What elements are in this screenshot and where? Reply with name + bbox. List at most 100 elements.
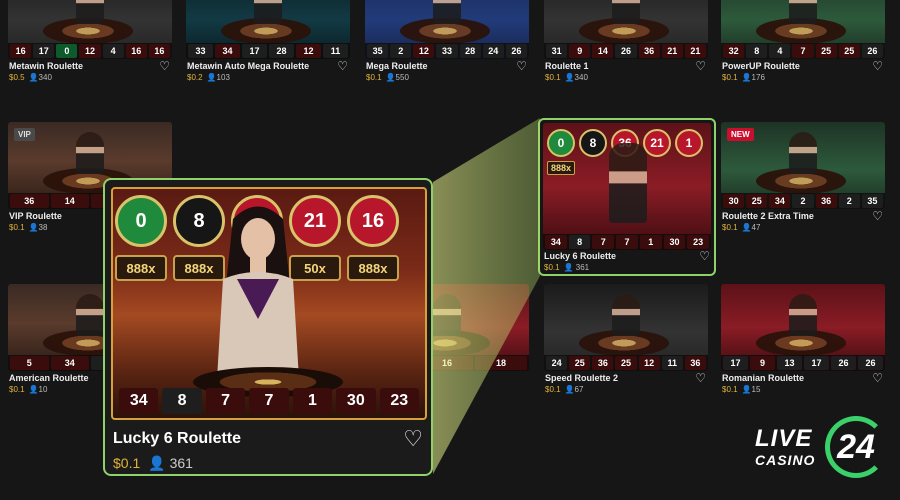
multiplier-ball: 0 — [547, 129, 575, 157]
game-thumbnail[interactable]: 0836211 3487713023 888x — [543, 123, 711, 250]
last-results: 30 25 34 2 36 2 35 — [721, 193, 885, 209]
heart-icon[interactable]: ♡ — [695, 371, 706, 385]
game-thumbnail[interactable]: 31 9 14 26 36 21 21 — [544, 0, 708, 59]
result-number: 8 — [568, 235, 591, 249]
game-thumbnail[interactable]: 24 25 36 25 12 11 36 — [544, 284, 708, 371]
dealer-figure — [789, 0, 817, 24]
multiplier-value: 888x — [347, 255, 399, 281]
multiplier-ball: 0 — [115, 195, 167, 247]
min-bet: $0.1 — [113, 455, 141, 471]
result-number: 2 — [390, 44, 412, 58]
game-thumbnail[interactable]: 33 34 17 28 12 11 — [186, 0, 350, 59]
result-number: 16 — [125, 44, 147, 58]
result-number: 17 — [723, 356, 748, 370]
player-count: 38 — [38, 223, 48, 232]
result-number: 25 — [815, 44, 837, 58]
heart-icon[interactable]: ♡ — [337, 59, 348, 73]
user-icon: 👤 — [385, 73, 396, 82]
zoomed-game-meta: $0.1 👤 361 — [113, 455, 193, 472]
player-count: 340 — [38, 73, 52, 82]
min-bet: $0.1 — [366, 73, 382, 82]
game-card-metawin-roulette[interactable]: 16 17 0 12 4 16 16 Metawin Roulette $0.5 👤340 ♡ — [0, 0, 172, 132]
logo-text-live: LIVE — [755, 425, 813, 452]
heart-icon[interactable]: ♡ — [516, 59, 527, 73]
zoomed-thumbnail[interactable]: 08362116 888x888x888x50x888x 3487713023 — [111, 187, 427, 420]
game-card-metawin-auto-mega-roulette[interactable]: 33 34 17 28 12 11 Metawin Auto Mega Roulette $0… — [178, 0, 350, 132]
last-results: 16 17 0 12 4 16 16 — [8, 43, 172, 59]
user-icon: 👤 — [741, 385, 752, 394]
result-number: 16 — [148, 44, 170, 58]
result-number: 2 — [838, 194, 860, 208]
game-card-lucky-6-roulette[interactable]: 0836211 3487713023 888x Lucky 6 Roulette… — [538, 118, 716, 276]
game-card-mega-roulette[interactable]: 35 2 12 33 28 24 26 Mega Roulette $0.1 👤550 ♡ — [357, 0, 529, 132]
min-bet: $0.5 — [9, 73, 25, 82]
zoomed-game-card[interactable]: 08362116 888x888x888x50x888x 3487713023 … — [103, 178, 433, 476]
heart-icon[interactable]: ♡ — [872, 371, 883, 385]
game-card-speed-roulette-2[interactable]: 24 25 36 25 12 11 36 Speed Roulette 2 $0.1 👤67 ♡ — [536, 284, 708, 444]
result-number: 4 — [102, 44, 124, 58]
min-bet: $0.1 — [722, 223, 738, 232]
game-thumbnail[interactable]: 16 17 0 12 4 16 16 — [8, 0, 172, 59]
heart-icon[interactable]: ♡ — [699, 249, 710, 263]
result-number: 36 — [10, 194, 49, 208]
dealer-figure — [789, 294, 817, 336]
badge-vip: VIP — [14, 128, 35, 141]
game-thumbnail[interactable]: 32 8 4 7 25 25 26 — [721, 0, 885, 59]
result-number: 26 — [615, 44, 637, 58]
game-title: Romanian Roulette — [722, 373, 805, 383]
min-bet: $0.1 — [545, 385, 561, 394]
result-number: 17 — [242, 44, 267, 58]
result-number: 34 — [769, 194, 791, 208]
user-icon: 👤 — [564, 385, 575, 394]
user-icon: 👤 — [206, 73, 217, 82]
multiplier-values: 888x — [547, 161, 576, 175]
result-number: 11 — [661, 356, 683, 370]
result-number: 32 — [723, 44, 745, 58]
result-number: 24 — [546, 356, 568, 370]
heart-icon[interactable]: ♡ — [872, 59, 883, 73]
game-meta: $0.1 👤15 — [722, 385, 760, 394]
game-card-roulette-1[interactable]: 31 9 14 26 36 21 21 Roulette 1 $0.1 👤340 ♡ — [536, 0, 708, 132]
game-title: VIP Roulette — [9, 211, 62, 221]
game-thumbnail[interactable]: 35 2 12 33 28 24 26 — [365, 0, 529, 59]
dealer-figure — [609, 143, 647, 223]
game-meta: $0.1 👤340 — [545, 73, 588, 82]
multiplier-ball: 1 — [675, 129, 703, 157]
game-title: Mega Roulette — [366, 61, 428, 71]
dealer-figure — [789, 132, 817, 174]
game-card-powerup-roulette[interactable]: 32 8 4 7 25 25 26 PowerUP Roulette $0.1 👤176 ♡ — [713, 0, 885, 132]
player-count: 15 — [751, 385, 761, 394]
game-thumbnail[interactable]: NEW 30 25 34 2 36 2 35 — [721, 122, 885, 209]
min-bet: $0.1 — [722, 73, 738, 82]
result-number: 26 — [861, 44, 883, 58]
game-card-roulette-2-extra-time[interactable]: NEW 30 25 34 2 36 2 35 Roulette 2 Extra Time $0.1… — [713, 122, 885, 282]
heart-icon[interactable]: ♡ — [159, 59, 170, 73]
result-number: 4 — [769, 44, 791, 58]
min-bet: $0.1 — [722, 385, 738, 394]
dealer-figure — [76, 294, 104, 336]
dealer-figure — [433, 0, 461, 24]
result-number: 30 — [663, 235, 686, 249]
game-meta: $0.1 👤38 — [9, 223, 47, 232]
player-count: 361 — [169, 455, 193, 471]
result-number: 1 — [292, 388, 333, 414]
game-meta: $0.5 👤340 — [9, 73, 52, 82]
user-icon: 👤 — [28, 73, 39, 82]
multiplier-value: 888x — [547, 161, 576, 175]
game-meta: $0.1 👤47 — [722, 223, 760, 232]
game-meta: $0.2 👤103 — [187, 73, 230, 82]
heart-icon[interactable]: ♡ — [403, 426, 423, 452]
result-number: 13 — [777, 356, 802, 370]
result-number: 11 — [323, 44, 348, 58]
game-thumbnail[interactable]: 17 9 13 17 26 26 — [721, 284, 885, 371]
result-number: 12 — [79, 44, 101, 58]
result-number: 17 — [33, 44, 55, 58]
dealer-figure — [254, 0, 282, 24]
heart-icon[interactable]: ♡ — [872, 209, 883, 223]
dealer-figure — [433, 294, 461, 336]
result-number: 35 — [367, 44, 389, 58]
last-results: 33 34 17 28 12 11 — [186, 43, 350, 59]
heart-icon[interactable]: ♡ — [695, 59, 706, 73]
result-number: 12 — [638, 356, 660, 370]
result-number: 7 — [249, 388, 289, 414]
